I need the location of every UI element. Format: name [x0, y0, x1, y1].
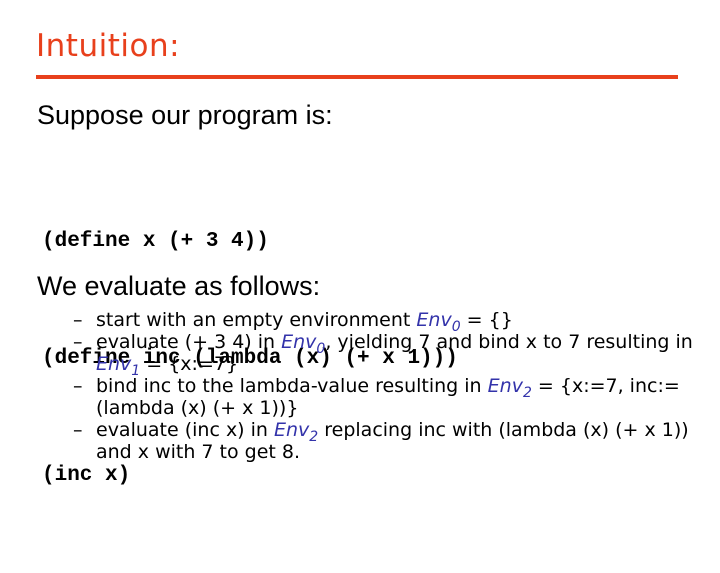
dash-bullet-icon: –: [73, 331, 83, 353]
step-text: evaluate (inc x) in: [96, 419, 274, 441]
env-label: Env2: [274, 419, 319, 445]
list-item: – evaluate (inc x) in Env2 replacing inc…: [73, 419, 703, 463]
heading-program: Suppose our program is:: [37, 100, 333, 130]
list-item: – evaluate (+ 3 4) in Env0, yielding 7 a…: [73, 331, 703, 379]
step-text: evaluate (+ 3 4) in: [96, 331, 282, 353]
dash-bullet-icon: –: [73, 419, 83, 441]
evaluation-steps-list: – start with an empty environment Env0 =…: [73, 309, 703, 463]
list-item: – bind inc to the lambda-value resulting…: [73, 375, 703, 419]
env-label: Env2: [487, 375, 532, 401]
env-label: Env1: [96, 353, 141, 379]
slide-title: Intuition:: [36, 28, 181, 64]
env-label: Env0: [281, 331, 326, 357]
dash-bullet-icon: –: [73, 375, 83, 397]
step-text: bind inc to the lambda-value resulting i…: [96, 375, 488, 397]
step-text: start with an empty environment: [96, 309, 417, 331]
step-text: = {x:=7}: [140, 353, 239, 375]
dash-bullet-icon: –: [73, 309, 83, 331]
code-line: (define x (+ 3 4)): [42, 230, 269, 253]
heading-evaluate: We evaluate as follows:: [37, 271, 321, 301]
env-label: Env0: [416, 309, 461, 335]
list-item: – start with an empty environment Env0 =…: [73, 309, 703, 335]
title-underline: [36, 75, 678, 79]
step-text: = {}: [460, 309, 513, 331]
step-text: , yielding 7 and bind x to 7 resulting i…: [325, 331, 693, 353]
